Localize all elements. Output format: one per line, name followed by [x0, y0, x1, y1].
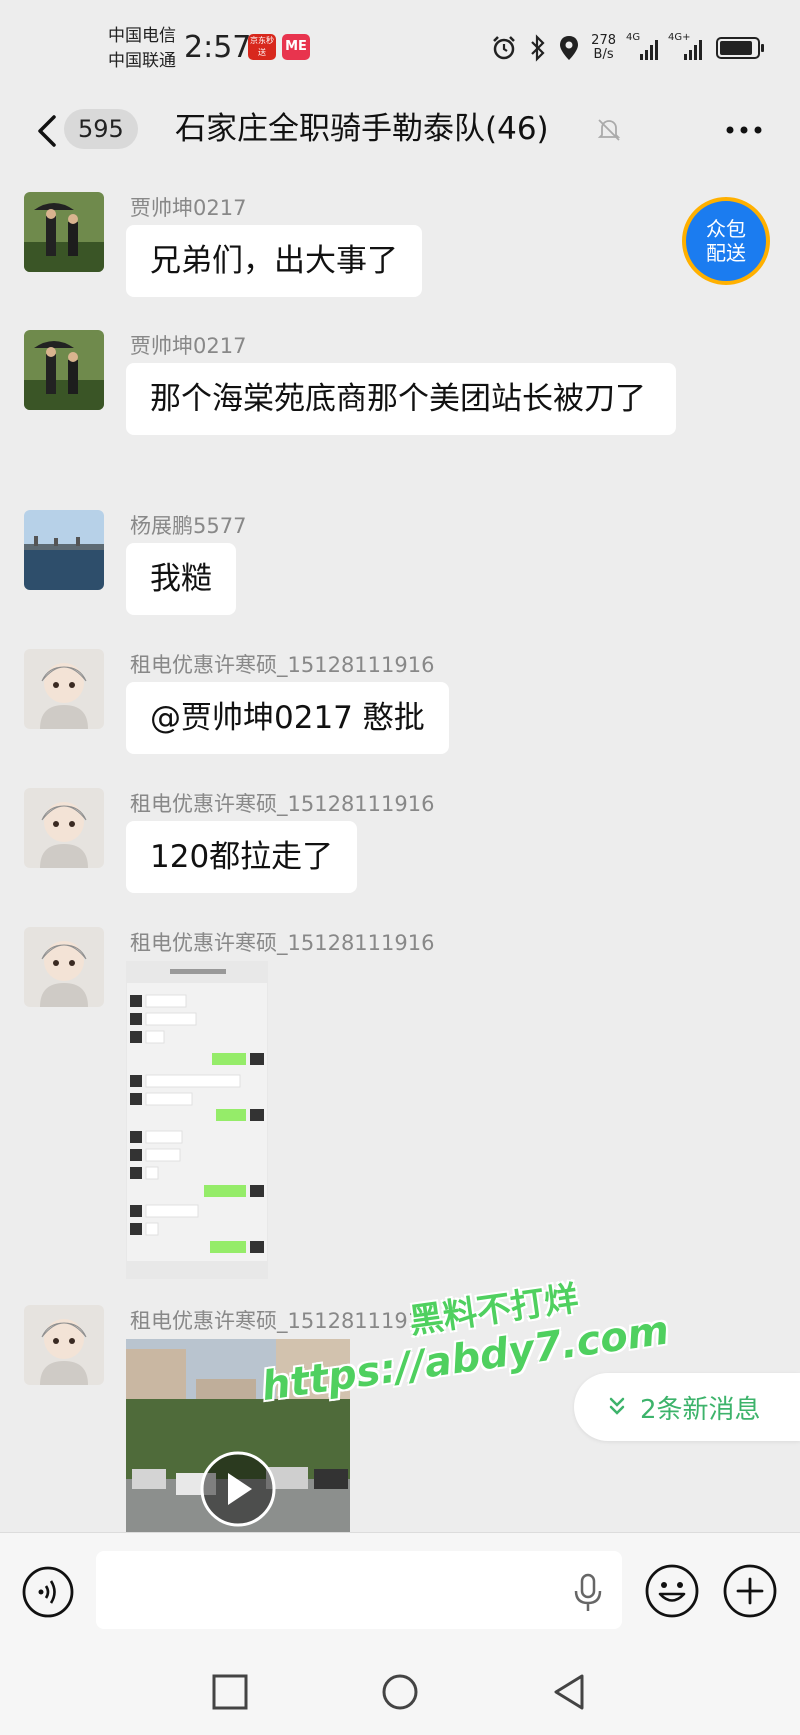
message-bubble[interactable]: @贾帅坤0217 憨批 — [126, 682, 449, 754]
location-icon — [560, 36, 579, 60]
signal-2-icon: 4G+ — [668, 32, 704, 60]
carrier-info: 中国电信 中国联通 — [108, 24, 176, 74]
signal-1-icon: 4G — [626, 32, 658, 60]
mute-bell-icon — [597, 119, 621, 141]
delivery-badge-line1: 众包 — [706, 217, 746, 241]
net-speed-unit: B/s — [593, 47, 614, 62]
system-nav-bar — [0, 1644, 800, 1735]
clock: 2:57 — [184, 30, 252, 65]
emoji-icon[interactable] — [644, 1563, 700, 1619]
carrier-2: 中国联通 — [108, 51, 176, 71]
more-options-icon[interactable] — [722, 117, 766, 143]
sender-name: 租电优惠许寒硕_15128111916 — [130, 931, 435, 955]
back-triangle-icon[interactable] — [550, 1672, 590, 1712]
sender-name: 租电优惠许寒硕_15128111916 — [130, 792, 435, 816]
signal-2-tag: 4G+ — [668, 32, 691, 43]
crowdsource-delivery-badge[interactable]: 众包 配送 — [682, 197, 770, 285]
avatar[interactable] — [24, 649, 104, 729]
avatar[interactable] — [24, 330, 104, 410]
avatar[interactable] — [24, 927, 104, 1007]
net-speed-value: 278 — [591, 33, 616, 48]
chat-screenshot-image[interactable] — [126, 961, 268, 1279]
alarm-icon — [493, 36, 516, 60]
delivery-badge-line2: 配送 — [706, 241, 746, 265]
message-bubble[interactable]: 兄弟们，出大事了 — [126, 225, 422, 297]
sender-name: 贾帅坤0217 — [130, 196, 247, 220]
avatar[interactable] — [24, 192, 104, 272]
message-input[interactable] — [96, 1551, 622, 1629]
voice-mode-icon[interactable] — [22, 1566, 74, 1618]
jd-app-icon: 京东秒送 — [248, 34, 276, 60]
message-bubble[interactable]: 120都拉走了 — [126, 821, 358, 893]
meituan-app-icon: ME — [282, 34, 310, 60]
network-speed: 278 B/s — [591, 34, 616, 62]
carrier-1: 中国电信 — [108, 26, 176, 46]
home-icon[interactable] — [380, 1672, 420, 1712]
add-more-icon[interactable] — [722, 1563, 778, 1619]
avatar[interactable] — [24, 1305, 104, 1385]
status-icons: 278 B/s 4G 4G+ — [491, 30, 764, 66]
new-messages-button[interactable]: 2条新消息 — [574, 1373, 800, 1441]
status-bar: 中国电信 中国联通 2:57 京东秒送 ME 278 B/s 4G 4G+ — [0, 0, 800, 95]
sender-name: 贾帅坤0217 — [130, 334, 247, 358]
message-bubble[interactable]: 那个海棠苑底商那个美团站长被刀了 — [126, 363, 676, 435]
sender-name: 租电优惠许寒硕_15128111916 — [130, 653, 435, 677]
unread-count-badge[interactable]: 595 — [64, 109, 138, 149]
battery-icon — [716, 37, 764, 59]
avatar[interactable] — [24, 788, 104, 868]
sender-name: 杨展鹏5577 — [130, 514, 247, 538]
double-chevron-down-icon — [609, 1397, 625, 1415]
input-bar — [0, 1532, 800, 1644]
signal-1-tag: 4G — [626, 32, 641, 43]
bluetooth-icon — [531, 34, 545, 62]
recent-apps-icon[interactable] — [210, 1672, 250, 1712]
chat-title[interactable]: 石家庄全职骑手勒泰队(46) — [175, 109, 549, 149]
avatar[interactable] — [24, 510, 104, 590]
new-messages-label: 2条新消息 — [640, 1394, 761, 1425]
chat-header: 595 石家庄全职骑手勒泰队(46) — [0, 95, 800, 175]
microphone-icon[interactable] — [572, 1573, 604, 1613]
message-bubble[interactable]: 我糙 — [126, 543, 236, 615]
